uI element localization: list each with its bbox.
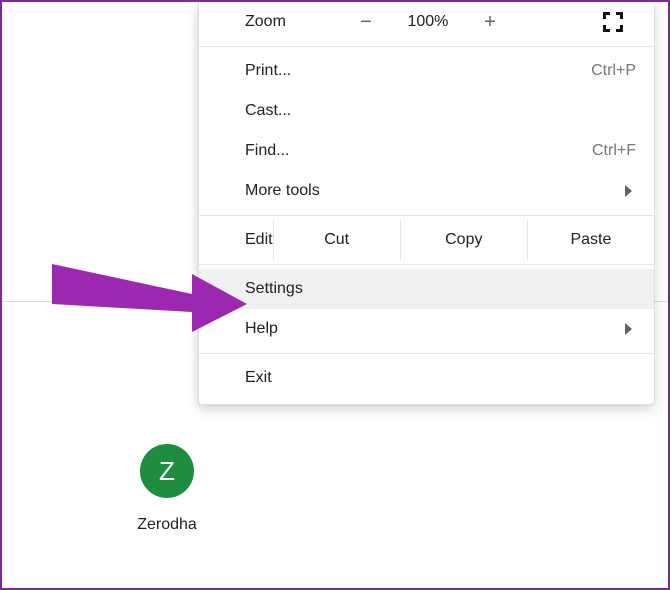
menu-item-zoom: Zoom − 100% +: [199, 2, 654, 42]
menu-item-edit: Edit Cut Copy Paste: [199, 220, 654, 260]
menu-label: Print...: [245, 62, 291, 80]
menu-item-print[interactable]: Print... Ctrl+P: [199, 51, 654, 91]
chrome-main-menu: Zoom − 100% + Print... Ctrl+P Cast... Fi…: [198, 2, 654, 405]
menu-label: Exit: [245, 369, 272, 387]
menu-label: Settings: [245, 280, 303, 298]
fullscreen-button[interactable]: [570, 2, 654, 42]
menu-separator: [199, 353, 654, 354]
chevron-right-icon: [625, 323, 632, 335]
shortcut-initial: Z: [159, 456, 175, 487]
fullscreen-icon: [603, 12, 623, 32]
menu-item-find[interactable]: Find... Ctrl+F: [199, 131, 654, 171]
zoom-controls: − 100% +: [286, 2, 570, 42]
menu-item-exit[interactable]: Exit: [199, 358, 654, 398]
zoom-percentage: 100%: [400, 13, 456, 31]
menu-separator: [199, 215, 654, 216]
menu-separator: [199, 264, 654, 265]
menu-shortcut: Ctrl+F: [592, 142, 636, 160]
menu-label: Cast...: [245, 102, 291, 120]
ntp-shortcut[interactable]: Z Zerodha: [107, 444, 227, 534]
menu-item-more-tools[interactable]: More tools: [199, 171, 654, 211]
zoom-in-button[interactable]: +: [476, 12, 504, 32]
screenshot-frame: Zoom − 100% + Print... Ctrl+P Cast... Fi…: [0, 0, 670, 590]
shortcut-avatar: Z: [140, 444, 194, 498]
zoom-out-button[interactable]: −: [352, 12, 380, 32]
shortcut-label: Zerodha: [107, 516, 227, 534]
edit-buttons-group: Cut Copy Paste: [273, 220, 654, 260]
menu-label: Help: [245, 320, 278, 338]
zoom-label: Zoom: [245, 13, 286, 31]
copy-button[interactable]: Copy: [400, 220, 527, 260]
menu-separator: [199, 46, 654, 47]
cut-button[interactable]: Cut: [273, 220, 400, 260]
menu-item-settings[interactable]: Settings: [199, 269, 654, 309]
menu-label: More tools: [245, 182, 320, 200]
chevron-right-icon: [625, 185, 632, 197]
edit-label: Edit: [245, 231, 273, 249]
menu-item-cast[interactable]: Cast...: [199, 91, 654, 131]
menu-item-help[interactable]: Help: [199, 309, 654, 349]
menu-label: Find...: [245, 142, 289, 160]
menu-shortcut: Ctrl+P: [591, 62, 636, 80]
paste-button[interactable]: Paste: [527, 220, 654, 260]
